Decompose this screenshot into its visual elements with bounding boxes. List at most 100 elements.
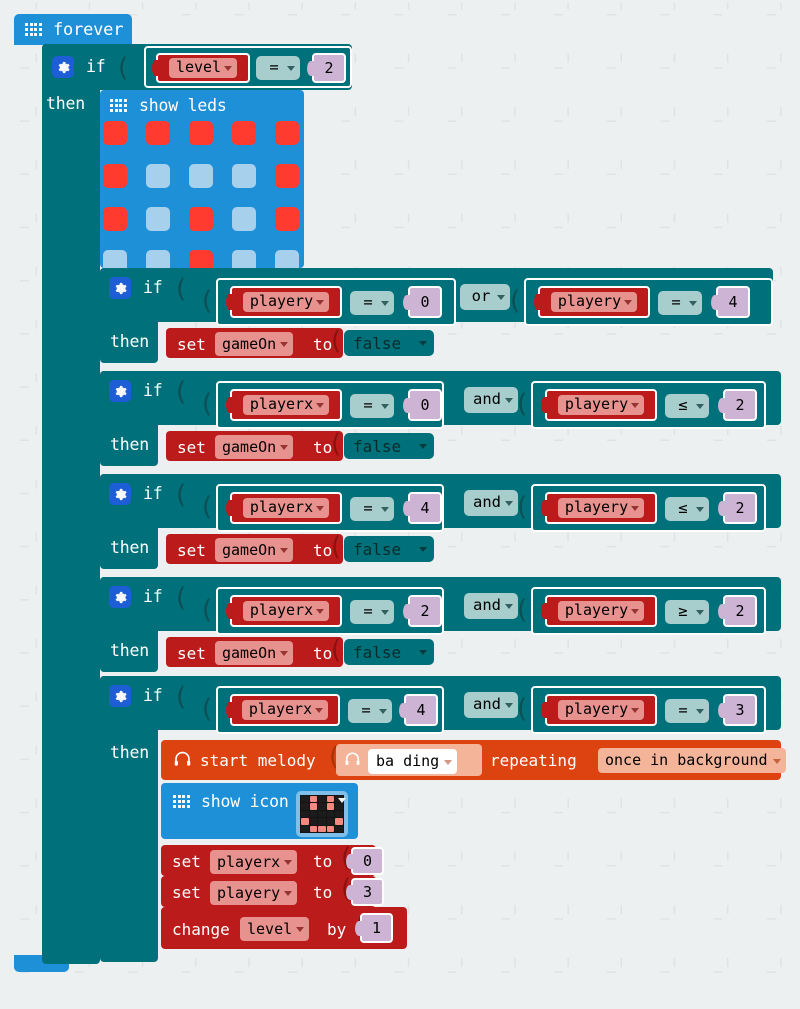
variable-pill[interactable]: playery [557,394,645,416]
led-cell-r0-c4[interactable] [275,121,299,145]
chevron-down-icon[interactable] [696,507,704,512]
show-leds-block[interactable]: show leds [100,90,304,317]
chevron-down-icon[interactable] [338,798,346,803]
goal-condition-left[interactable]: ( playerx = 4 [202,686,444,734]
variable-playerx-cond-playerx-0[interactable]: playerx [226,389,342,421]
change-level-variable[interactable]: level [240,917,310,941]
cond-playerx-4-right-operator[interactable]: ≤ [665,497,709,521]
if-level-spine[interactable] [42,44,100,964]
chevron-down-icon[interactable] [505,398,513,403]
number-set-playerx[interactable]: 0 [346,847,384,875]
set-variable-dropdown[interactable]: gameOn [215,538,294,562]
variable-pill[interactable]: playery [557,600,645,622]
cond-playerx-0-right[interactable]: (playery ≤2 [517,381,766,429]
led-cell-r1-c4[interactable] [275,164,299,188]
chevron-down-icon[interactable] [505,703,513,708]
variable-level[interactable]: level [152,53,250,83]
cond-playery-bounds-right-operator[interactable]: = [658,291,702,315]
gear-icon[interactable] [109,277,131,299]
led-cell-r0-c3[interactable] [232,121,256,145]
variable-playerx-goal[interactable]: playerx [226,694,340,726]
cond-playerx-2-left-operator[interactable]: = [350,600,394,624]
chevron-down-icon[interactable] [316,609,325,614]
chevron-down-icon[interactable] [631,609,640,614]
cond-playerx-0-left-number[interactable]: 0 [403,389,442,421]
chevron-down-icon[interactable] [316,300,325,305]
operator-goal-left[interactable]: = [348,699,392,723]
operator-goal-right[interactable]: = [665,699,709,723]
chevron-down-icon[interactable] [419,341,427,346]
cond-playerx-4-left[interactable]: (playerx = 4 [202,484,444,532]
set-playerx-block[interactable]: set playerx to ( [161,843,376,876]
cond-playerx-0-right-number[interactable]: 2 [718,389,757,421]
chevron-down-icon[interactable] [631,708,640,713]
chevron-down-icon[interactable] [280,445,289,450]
cond-playerx-0-left[interactable]: (playerx = 0 [202,381,444,429]
chevron-down-icon[interactable] [631,506,640,511]
melody-shadow[interactable]: ba ding [336,744,482,776]
cond-playerx-2-body-value[interactable]: false [344,639,434,665]
variable-playery-cond-playery-bounds[interactable]: playery [226,286,342,318]
repeat-mode-dropdown[interactable]: once in background [598,748,786,773]
cond-playerx-4-body[interactable]: set gameOn to( [166,532,343,564]
goal-joiner-and[interactable]: and [464,692,518,718]
chevron-down-icon[interactable] [696,610,704,615]
variable-playery-goal-pill[interactable]: playery [557,699,645,721]
variable-playery-goal[interactable]: playery [541,694,657,726]
cond-playerx-4-right[interactable]: (playery ≤2 [517,484,766,532]
variable-playerx-cond-playerx-4[interactable]: playerx [226,492,342,524]
cond-playery-bounds-body-value[interactable]: false [344,330,434,356]
gear-icon[interactable] [52,56,74,78]
variable-playerx-cond-playerx-2[interactable]: playerx [226,595,342,627]
chevron-down-icon[interactable] [689,301,697,306]
icon-picker-thumbnail[interactable] [296,791,348,837]
chevron-down-icon[interactable] [284,860,293,865]
variable-playerx-goal-pill[interactable]: playerx [241,699,329,721]
cond-playerx-2-right[interactable]: (playery ≥2 [517,587,766,635]
cond-playerx-4-right-number[interactable]: 2 [718,492,757,524]
chevron-down-icon[interactable] [444,759,453,765]
cond-playerx-4-joiner[interactable]: and [464,490,518,516]
variable-pill[interactable]: playery [550,291,638,313]
cond-playery-bounds-left[interactable]: (playery = 0 [202,278,456,326]
variable-level-pill[interactable]: level [168,57,238,79]
variable-playery-cond-playerx-0[interactable]: playery [541,389,657,421]
chevron-down-icon[interactable] [379,709,387,714]
cond-playerx-2-left[interactable]: (playerx = 2 [202,587,444,635]
led-cell-r1-c1[interactable] [146,164,170,188]
chevron-down-icon[interactable] [381,404,389,409]
chevron-down-icon[interactable] [505,604,513,609]
variable-pill[interactable]: playery [557,497,645,519]
chevron-down-icon[interactable] [419,650,427,655]
set-variable-dropdown[interactable]: gameOn [215,435,294,459]
chevron-down-icon[interactable] [316,506,325,511]
chevron-down-icon[interactable] [772,758,781,764]
cond-playerx-2-joiner[interactable]: and [464,593,518,619]
chevron-down-icon[interactable] [381,610,389,615]
cond-playerx-0-right-operator[interactable]: ≤ [665,394,709,418]
number-set-playery[interactable]: 3 [346,878,384,906]
variable-pill[interactable]: playery [242,291,330,313]
led-cell-r1-c0[interactable] [103,164,127,188]
led-cell-r2-c2[interactable] [189,207,213,231]
chevron-down-icon[interactable] [696,709,704,714]
chevron-down-icon[interactable] [316,403,325,408]
chevron-down-icon[interactable] [696,404,704,409]
chevron-down-icon[interactable] [280,342,289,347]
number-change-level[interactable]: 1 [355,913,393,943]
led-cell-r1-c3[interactable] [232,164,256,188]
melody-name-dropdown[interactable]: ba ding [368,749,458,774]
led-cell-r2-c1[interactable] [146,207,170,231]
if-level-condition[interactable]: level = 2 [144,46,352,88]
chevron-down-icon[interactable] [624,300,633,305]
variable-pill[interactable]: playerx [242,394,330,416]
cond-playerx-0-body[interactable]: set gameOn to( [166,429,343,461]
gear-icon[interactable] [109,586,131,608]
cond-playerx-0-body-value[interactable]: false [344,433,434,459]
chevron-down-icon[interactable] [505,501,513,506]
chevron-down-icon[interactable] [381,507,389,512]
cond-playery-bounds-joiner[interactable]: or [460,284,510,310]
led-cell-r0-c1[interactable] [146,121,170,145]
chevron-down-icon[interactable] [419,444,427,449]
cond-playery-bounds-right[interactable]: (playery = 4 [510,278,773,326]
